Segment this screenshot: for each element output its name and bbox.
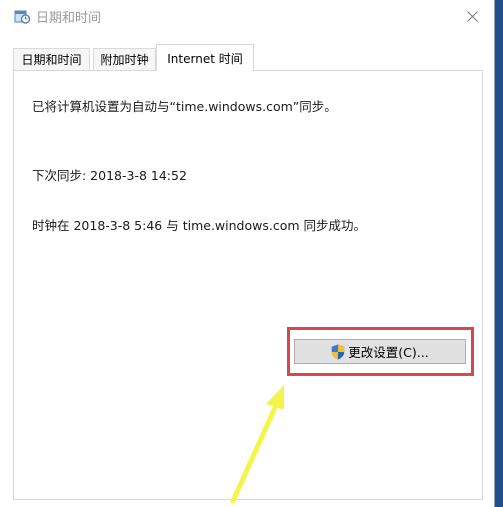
close-icon <box>466 10 478 22</box>
close-button[interactable] <box>450 0 494 32</box>
tab-additional-clocks[interactable]: 附加时钟 <box>93 48 156 70</box>
tab-date-time[interactable]: 日期和时间 <box>13 48 90 70</box>
internet-time-panel <box>13 70 483 500</box>
last-sync-text: 时钟在 2018-3-8 5:46 与 time.windows.com 同步成… <box>32 218 366 233</box>
date-time-icon <box>14 10 30 24</box>
uac-shield-icon <box>332 344 345 359</box>
next-sync-text: 下次同步: 2018-3-8 14:52 <box>32 168 187 183</box>
change-settings-button[interactable]: 更改设置(C)... <box>294 339 466 364</box>
title-bar: 日期和时间 <box>0 0 494 32</box>
change-settings-label: 更改设置(C)... <box>348 345 429 360</box>
sync-setting-text: 已将计算机设置为自动与“time.windows.com”同步。 <box>32 99 337 114</box>
tab-internet-time[interactable]: Internet 时间 <box>156 44 254 71</box>
window-title: 日期和时间 <box>36 11 102 26</box>
date-time-dialog: 日期和时间 日期和时间 附加时钟 Internet 时间 已将计算机设置为自动与… <box>0 0 495 507</box>
